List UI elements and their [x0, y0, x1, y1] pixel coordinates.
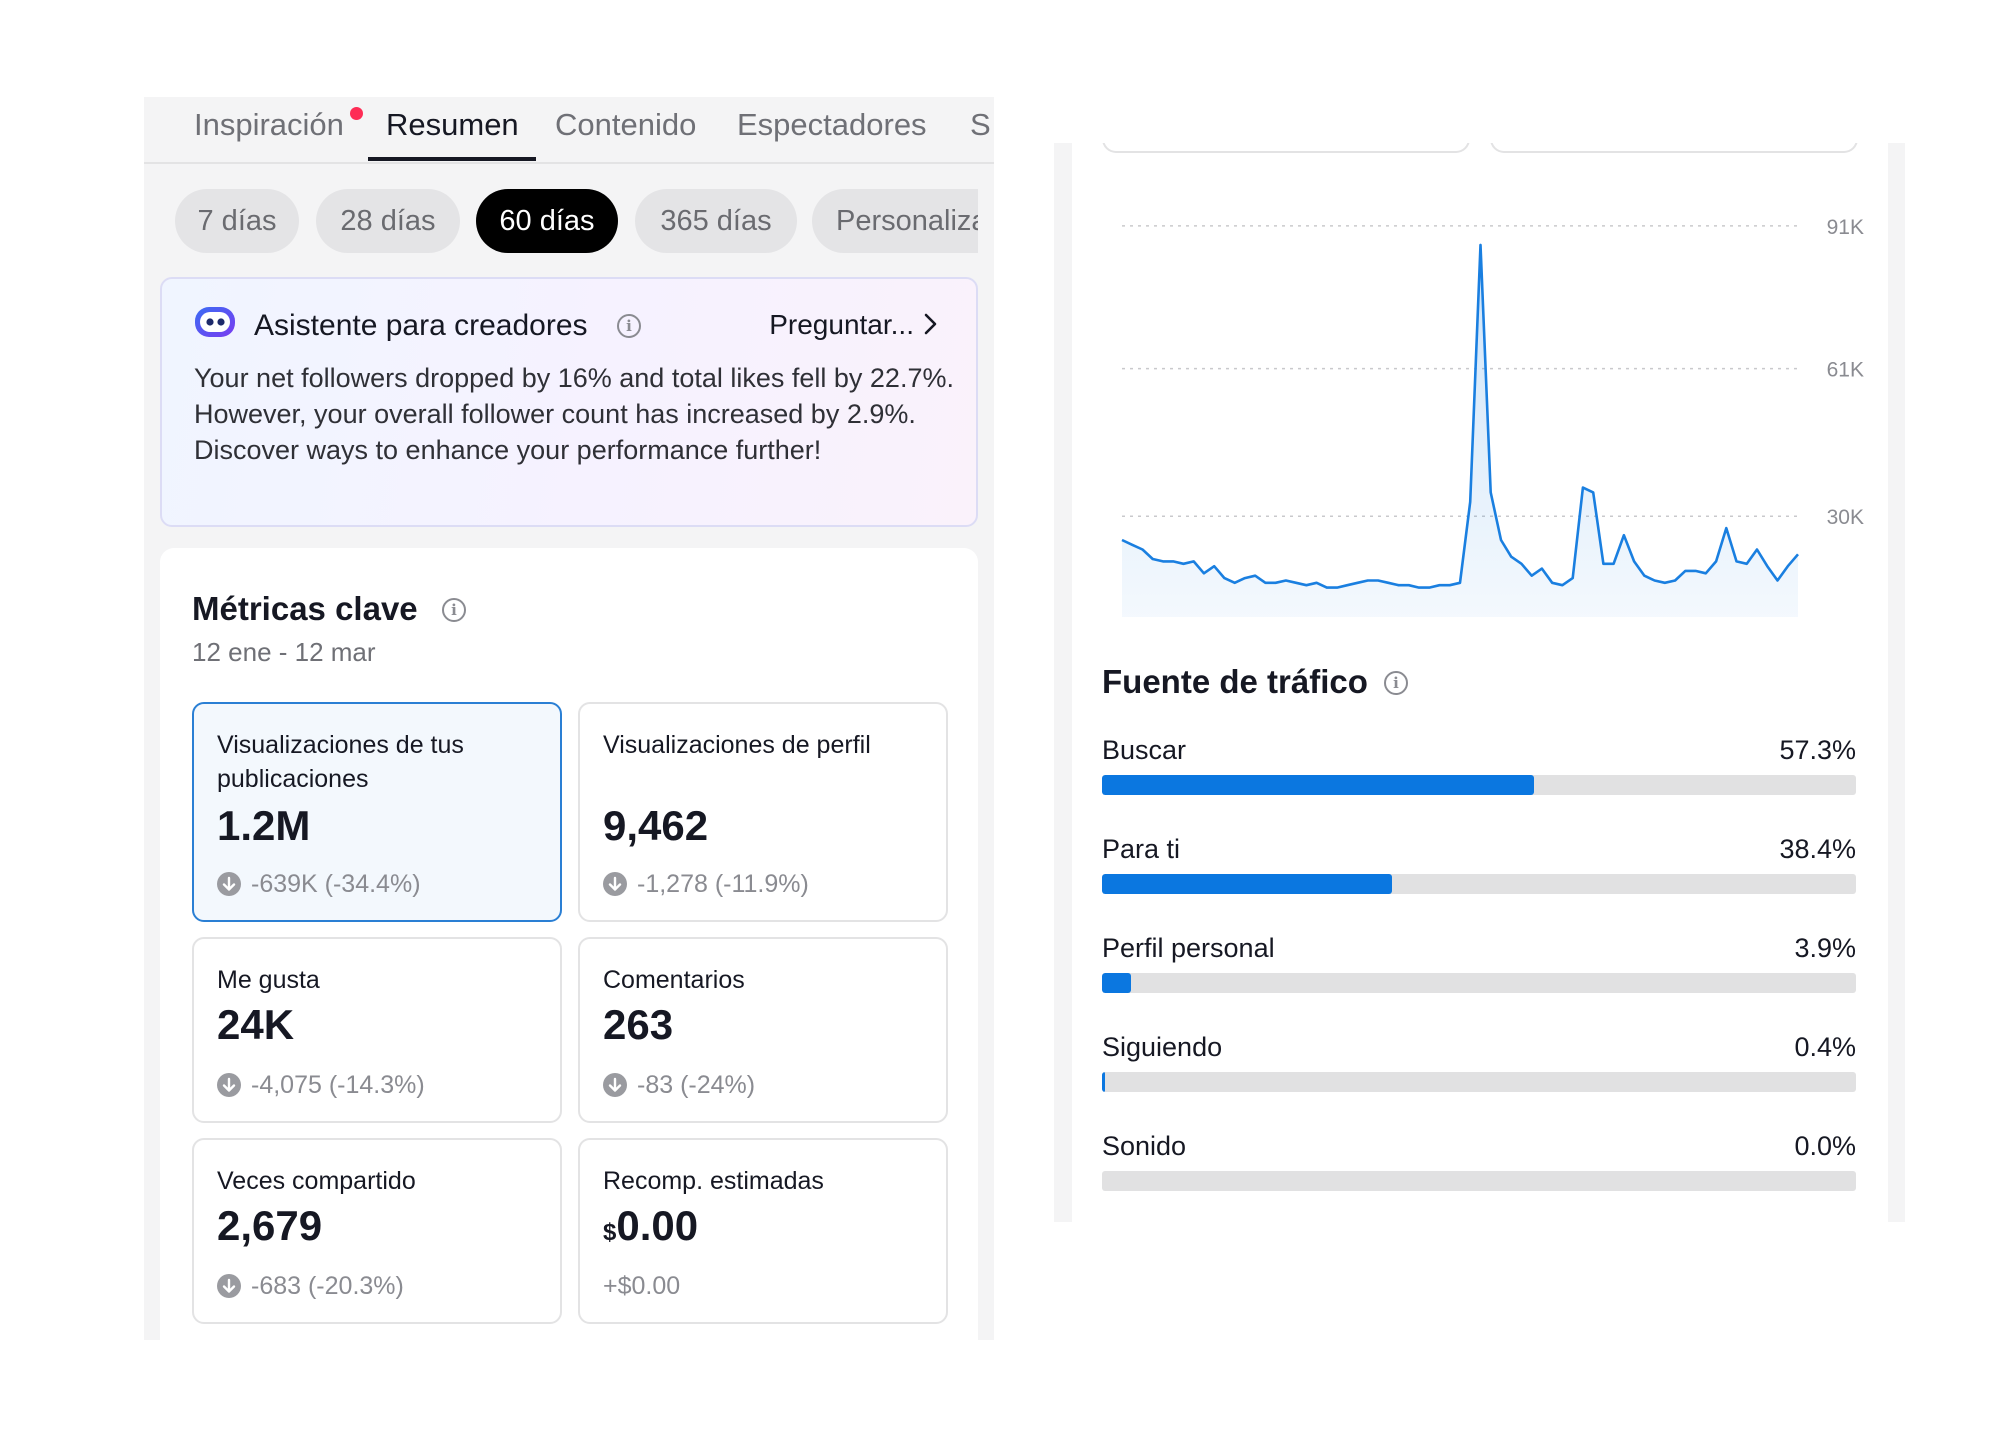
traffic-bar-fill — [1102, 775, 1535, 795]
series-line — [1121, 243, 1799, 589]
metric-delta: -4,075 (-14.3%) — [217, 1071, 425, 1100]
analytics-overview-panel: Inspiración Resumen Contenido Espectador… — [144, 97, 994, 1340]
date-range: 12 ene - 12 mar — [192, 637, 376, 667]
metric-profile-views[interactable]: Visualizaciones de perfil 9,462 -1,278 (… — [578, 702, 948, 922]
metric-label: Visualizaciones de tus publicaciones — [217, 731, 464, 793]
metric-likes[interactable]: Me gusta 24K -4,075 (-14.3%) — [192, 937, 562, 1123]
metric-delta: +$0.00 — [603, 1272, 681, 1300]
metric-delta: -639K (-34.4%) — [217, 870, 421, 899]
metric-value: 2,679 — [217, 1202, 323, 1249]
traffic-label: Para ti — [1102, 834, 1181, 864]
period-custom[interactable]: Personaliza — [812, 189, 978, 253]
traffic-percent: 57.3% — [1779, 735, 1856, 765]
assistant-message: Your net followers dropped by 16% and to… — [194, 363, 954, 465]
info-icon[interactable]: i — [442, 598, 466, 622]
traffic-bar-track — [1102, 874, 1856, 894]
metric-value: 1.2M — [217, 802, 311, 849]
series-area — [1122, 244, 1798, 659]
metric-delta-text: -683 (-20.3%) — [251, 1272, 404, 1300]
info-icon[interactable]: i — [617, 314, 641, 338]
metric-label: Veces compartido — [217, 1167, 416, 1195]
period-365-days[interactable]: 365 días — [635, 189, 797, 253]
metric-value: 24K — [217, 1001, 295, 1048]
arrow-down-circle-icon — [603, 872, 627, 896]
arrow-down-circle-icon — [217, 1073, 241, 1097]
period-60-days[interactable]: 60 días — [476, 189, 618, 253]
traffic-label: Buscar — [1102, 735, 1187, 765]
metric-delta: -83 (-24%) — [603, 1071, 755, 1100]
arrow-down-circle-icon — [217, 1274, 241, 1298]
traffic-source-card: Fuente de tráfico i Buscar 57.3% Para ti… — [1072, 617, 1888, 1222]
assistant-logo-icon — [195, 307, 235, 337]
traffic-bar-track — [1102, 1072, 1856, 1092]
y-tick-label: 30K — [1827, 506, 1864, 529]
metric-label: Visualizaciones de perfil — [603, 731, 871, 759]
metric-label: Recomp. estimadas — [603, 1167, 824, 1195]
creator-assistant-card: Asistente para creadores i Preguntar... … — [160, 277, 978, 527]
arrow-down-circle-icon — [217, 872, 241, 896]
metric-value: 9,462 — [603, 802, 709, 849]
metric-label: Me gusta — [217, 966, 320, 994]
metric-label: Comentarios — [603, 966, 745, 994]
traffic-percent: 0.4% — [1794, 1032, 1856, 1062]
traffic-bar-fill — [1102, 973, 1132, 993]
y-tick-label: 91K — [1827, 216, 1864, 239]
metric-post-views[interactable]: Visualizaciones de tus publicaciones 1.2… — [192, 702, 562, 922]
assistant-title: Asistente para creadores — [254, 309, 588, 342]
metric-delta: -1,278 (-11.9%) — [603, 870, 809, 899]
ask-assistant-link[interactable]: Preguntar... — [769, 309, 914, 341]
traffic-label: Siguiendo — [1102, 1032, 1223, 1062]
traffic-percent: 3.9% — [1794, 933, 1856, 963]
metric-value: $0.00 — [603, 1202, 698, 1250]
key-metrics-card: Métricas clave i 12 ene - 12 mar Visuali… — [160, 548, 978, 1340]
metric-delta-text: -1,278 (-11.9%) — [637, 870, 809, 898]
metric-shares[interactable]: Veces compartido 2,679 -683 (-20.3%) — [192, 1138, 562, 1324]
traffic-bar-fill — [1102, 874, 1392, 894]
metric-delta-text: -639K (-34.4%) — [251, 870, 421, 898]
metric-delta-text: -4,075 (-14.3%) — [251, 1071, 425, 1099]
traffic-bar-track — [1102, 973, 1856, 993]
traffic-percent: 38.4% — [1779, 834, 1856, 864]
metric-delta: -683 (-20.3%) — [217, 1272, 404, 1301]
traffic-label: Sonido — [1102, 1131, 1187, 1161]
metric-value-number: 0.00 — [616, 1202, 699, 1249]
traffic-percent: 0.0% — [1794, 1131, 1856, 1161]
traffic-bar-track — [1102, 775, 1856, 795]
chevron-right-icon[interactable] — [918, 312, 942, 336]
metric-estimated-rewards[interactable]: Recomp. estimadas $0.00 +$0.00 — [578, 1138, 948, 1324]
traffic-source-title: Fuente de tráfico — [1102, 663, 1368, 700]
traffic-bar-fill — [1102, 1072, 1106, 1092]
period-7-days[interactable]: 7 días — [175, 189, 299, 253]
traffic-bar-track — [1102, 1171, 1856, 1191]
analytics-detail-panel: 91K61K30K12 ene12 mar Fuente de tráfico … — [1054, 143, 1905, 1222]
metric-delta-text: -83 (-24%) — [637, 1071, 756, 1099]
metric-comments[interactable]: Comentarios 263 -83 (-24%) — [578, 937, 948, 1123]
y-tick-label: 61K — [1827, 359, 1864, 382]
currency-symbol: $ — [603, 1219, 617, 1246]
period-28-days[interactable]: 28 días — [316, 189, 460, 253]
traffic-label: Perfil personal — [1102, 933, 1275, 963]
arrow-down-circle-icon — [603, 1073, 627, 1097]
period-selector: 7 días 28 días 60 días 365 días Personal… — [144, 97, 978, 267]
info-icon[interactable]: i — [1384, 671, 1408, 695]
key-metrics-title: Métricas clave — [192, 590, 418, 627]
metric-value: 263 — [603, 1001, 674, 1048]
